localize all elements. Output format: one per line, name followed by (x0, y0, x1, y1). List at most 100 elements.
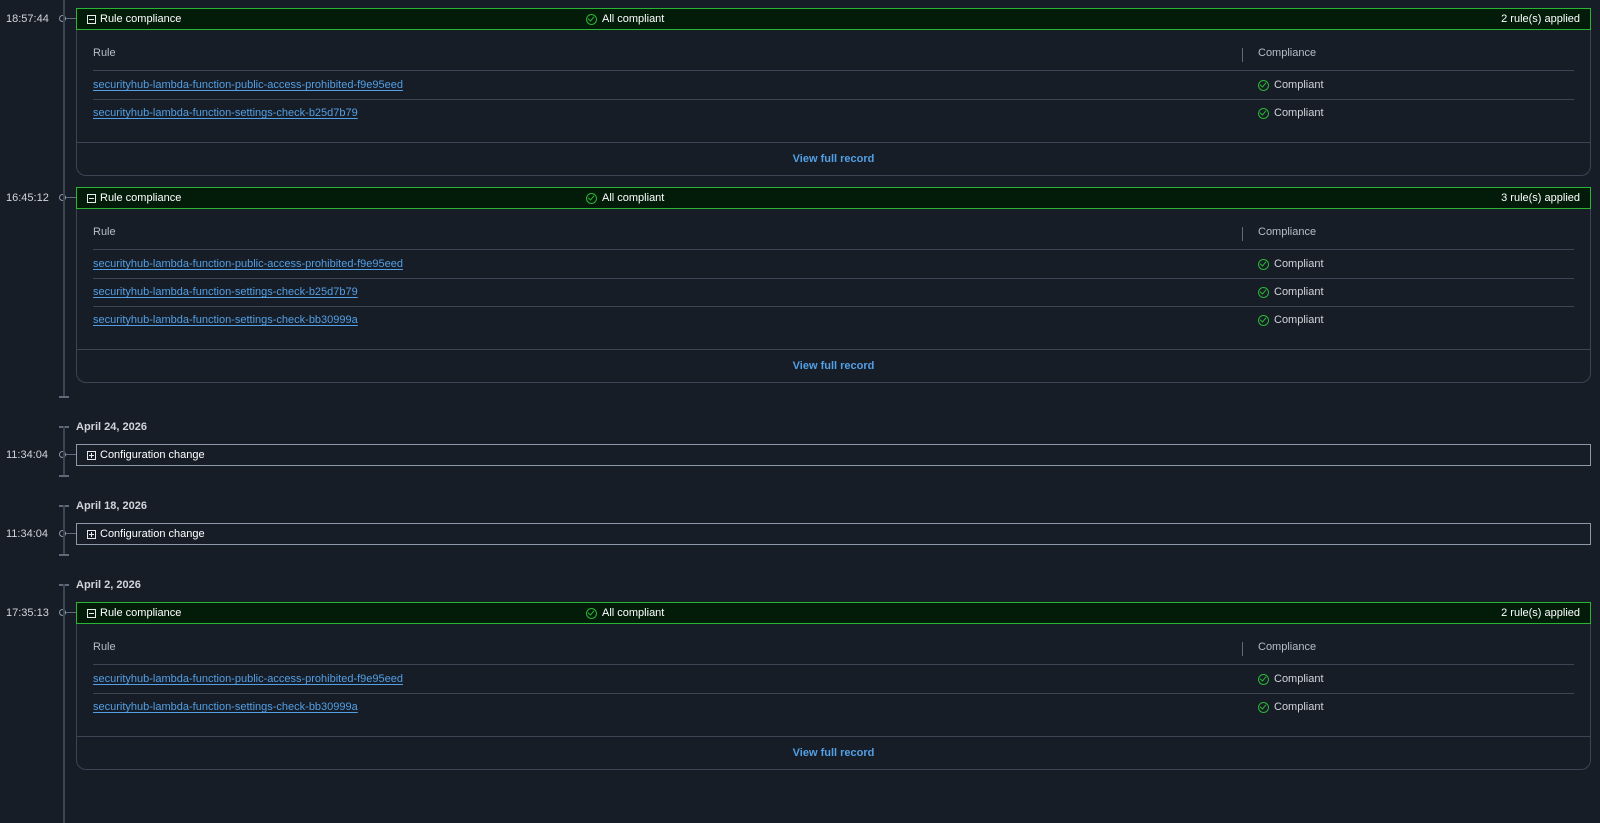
rule-compliance-table: Rule Compliance securityhub-lambda-functio… (76, 624, 1591, 770)
compliance-value: Compliant (1274, 107, 1324, 119)
table-header-divider (93, 249, 1574, 250)
check-circle-icon (586, 607, 597, 619)
compliance-value: Compliant (1274, 79, 1324, 91)
rule-name-link[interactable]: securityhub-lambda-function-public-acces… (93, 78, 403, 92)
rule-name-link[interactable]: securityhub-lambda-function-public-acces… (93, 257, 403, 271)
compliance-value: Compliant (1274, 701, 1324, 713)
timeline-connector (66, 533, 76, 534)
timeline-connector (66, 612, 76, 613)
column-header-rule: Rule (93, 641, 116, 653)
view-full-record-link[interactable]: View full record (77, 746, 1590, 760)
compliance-status: All compliant (586, 607, 664, 619)
compliance-value: Compliant (1274, 258, 1324, 270)
column-header-rule: Rule (93, 226, 116, 238)
column-header-compliance: Compliance (1258, 226, 1317, 238)
entry-title: Configuration change (100, 528, 205, 540)
compliance-cell: Compliant (1258, 700, 1324, 714)
minus-square-icon[interactable] (87, 193, 96, 203)
rule-name-link[interactable]: securityhub-lambda-function-settings-che… (93, 313, 358, 327)
rule-name-link[interactable]: securityhub-lambda-function-settings-che… (93, 285, 358, 299)
configuration-timeline: 18:57:44 Rule compliance All compliant 2 ru… (0, 0, 1600, 823)
column-separator (1242, 642, 1243, 656)
table-row-divider (93, 693, 1574, 694)
entry-time: 18:57:44 (6, 13, 49, 25)
compliance-cell: Compliant (1258, 106, 1324, 120)
check-circle-icon (586, 192, 597, 204)
compliance-status: All compliant (586, 13, 664, 25)
rule-compliance-table: Rule Compliance securityhub-lambda-functio… (76, 209, 1591, 383)
panel-footer-divider (77, 142, 1590, 143)
configuration-change-header[interactable]: Configuration change (76, 523, 1591, 545)
table-header-divider (93, 70, 1574, 71)
column-separator (1242, 48, 1243, 62)
timeline-connector (66, 18, 76, 19)
rule-compliance-header[interactable]: Rule compliance All compliant 3 rule(s) ap… (76, 187, 1591, 209)
check-circle-icon (1258, 286, 1269, 298)
plus-square-icon[interactable] (87, 450, 96, 460)
toggle-bar-vertical (91, 531, 92, 537)
compliance-value: Compliant (1274, 286, 1324, 298)
entry-title: Rule compliance (100, 192, 182, 204)
compliance-cell: Compliant (1258, 313, 1324, 327)
view-full-record-link[interactable]: View full record (77, 359, 1590, 373)
compliance-value: Compliant (1274, 673, 1324, 685)
entry-time: 11:34:04 (6, 449, 49, 461)
rule-compliance-header[interactable]: Rule compliance All compliant 2 rule(s) ap… (76, 602, 1591, 624)
rule-name-link[interactable]: securityhub-lambda-function-settings-che… (93, 700, 358, 714)
rules-applied-count: 2 rule(s) applied (1501, 607, 1580, 619)
minus-square-icon[interactable] (87, 608, 96, 618)
rail-cap (59, 554, 69, 556)
compliance-status-label: All compliant (602, 192, 665, 204)
table-row-divider (93, 278, 1574, 279)
timeline-connector (66, 197, 76, 198)
entry-time: 16:45:12 (6, 192, 49, 204)
timeline-connector (66, 454, 76, 455)
column-header-compliance: Compliance (1258, 641, 1317, 653)
compliance-cell: Compliant (1258, 672, 1324, 686)
check-circle-icon (1258, 79, 1269, 91)
rule-name-link[interactable]: securityhub-lambda-function-settings-che… (93, 106, 358, 120)
toggle-bar-horizontal (89, 197, 94, 199)
view-full-record-link[interactable]: View full record (77, 152, 1590, 166)
rule-name-link[interactable]: securityhub-lambda-function-public-acces… (93, 672, 403, 686)
column-separator (1242, 227, 1243, 241)
timeline-rail (63, 584, 65, 823)
rules-applied-count: 3 rule(s) applied (1501, 192, 1580, 204)
rail-cap (59, 475, 69, 477)
rules-applied-count: 2 rule(s) applied (1501, 13, 1580, 25)
check-circle-icon (1258, 258, 1269, 270)
check-circle-icon (1258, 107, 1269, 119)
entry-title: Configuration change (100, 449, 205, 461)
table-row-divider (93, 99, 1574, 100)
compliance-status-label: All compliant (602, 13, 665, 25)
check-circle-icon (1258, 701, 1269, 713)
compliance-cell: Compliant (1258, 257, 1324, 271)
column-header-compliance: Compliance (1258, 47, 1317, 59)
compliance-cell: Compliant (1258, 285, 1324, 299)
date-heading: April 18, 2026 (76, 500, 147, 512)
timeline-rail (63, 0, 65, 396)
rule-compliance-table: Rule Compliance securityhub-lambda-functio… (76, 30, 1591, 176)
date-heading: April 2, 2026 (76, 579, 141, 591)
rule-compliance-header[interactable]: Rule compliance All compliant 2 rule(s) ap… (76, 8, 1591, 30)
check-circle-icon (586, 13, 597, 25)
compliance-status-label: All compliant (602, 607, 665, 619)
timeline-rail (63, 426, 65, 475)
rail-cap (59, 396, 69, 398)
column-header-rule: Rule (93, 47, 116, 59)
panel-footer-divider (77, 349, 1590, 350)
toggle-bar-vertical (91, 452, 92, 458)
panel-footer-divider (77, 736, 1590, 737)
minus-square-icon[interactable] (87, 14, 96, 24)
plus-square-icon[interactable] (87, 529, 96, 539)
table-header-divider (93, 664, 1574, 665)
compliance-status: All compliant (586, 192, 664, 204)
entry-time: 17:35:13 (6, 607, 49, 619)
compliance-value: Compliant (1274, 314, 1324, 326)
entry-time: 11:34:04 (6, 528, 49, 540)
date-heading: April 24, 2026 (76, 421, 147, 433)
configuration-change-header[interactable]: Configuration change (76, 444, 1591, 466)
toggle-bar-horizontal (89, 18, 94, 20)
check-circle-icon (1258, 314, 1269, 326)
timeline-rail (63, 505, 65, 554)
